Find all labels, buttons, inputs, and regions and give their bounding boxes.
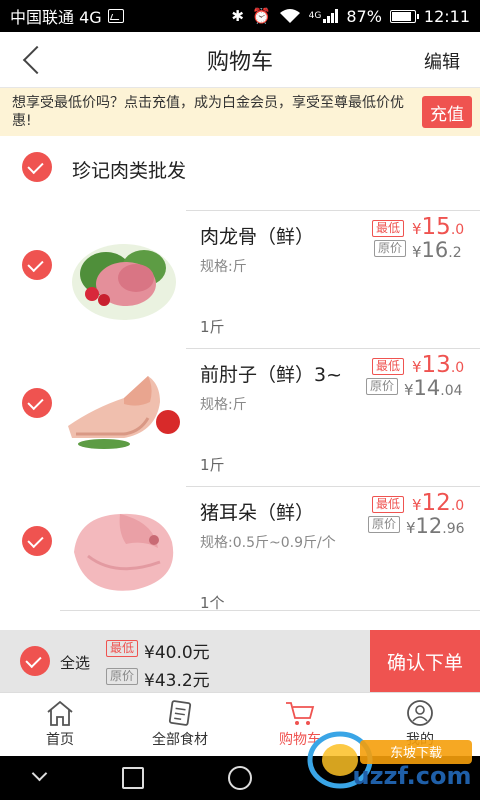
item-name: 猪耳朵（鲜） [200, 502, 315, 524]
item-name: 前肘子（鲜）3~ [200, 364, 343, 386]
cart-item: 前肘子（鲜）3~ 规格:斤 1斤 最低 ¥13.0 原价 ¥14.04 [0, 348, 480, 486]
original-price: ¥14.04 [404, 376, 463, 400]
item-checkbox[interactable] [22, 250, 52, 280]
original-price-tag: 原价 [368, 516, 401, 533]
lowest-price: ¥13.0 [412, 352, 465, 378]
image-notification-icon [107, 9, 124, 23]
status-bar: 中国联通 4G ✱ ⏰ 4G 87% 12:11 [0, 0, 480, 32]
select-all-checkbox[interactable] [20, 646, 50, 676]
confirm-order-button[interactable]: 确认下单 [370, 630, 480, 692]
battery-percent: 87% [346, 6, 382, 26]
shop-name: 珍记肉类批发 [72, 160, 187, 182]
product-image-ribs [72, 244, 176, 320]
nav-home-icon[interactable] [228, 766, 252, 790]
promo-banner: 想享受最低价吗？点击充值，成为白金会员，享受至尊最低价优惠! 充值 [0, 88, 480, 136]
shop-checkbox[interactable] [22, 152, 52, 182]
item-name: 肉龙骨（鲜） [200, 226, 315, 248]
page-title: 购物车 [206, 49, 273, 75]
total-lowest-tag: 最低 [106, 640, 139, 657]
tab-all-ingredients-label: 全部食材 [152, 732, 208, 748]
cart-item: 肉龙骨（鲜） 规格:斤 1斤 最低 ¥15.0 原价 ¥16.2 [0, 210, 480, 348]
tab-home-label: 首页 [46, 732, 74, 748]
product-image-pork-shank [68, 376, 180, 449]
title-bar: 购物车 编辑 [0, 32, 480, 88]
original-price-tag: 原价 [374, 240, 407, 257]
watermark-logo: 东坡下载 uzzf.com [307, 731, 472, 790]
item-spec: 规格:斤 [200, 259, 247, 275]
select-all-label[interactable]: 全选 [60, 652, 90, 673]
cart-list[interactable]: 珍记肉类批发 肉龙骨（鲜） 规格:斤 1斤 最低 ¥15.0 原价 ¥16.2 [0, 136, 480, 630]
cart-item: 猪耳朵（鲜） 规格:0.5斤~0.9斤/个 1个 最低 ¥12.0 原价 ¥12… [0, 486, 480, 624]
lowest-price-tag: 最低 [372, 220, 405, 237]
total-original-price: ¥43.2元 [144, 671, 210, 691]
item-spec: 规格:斤 [200, 397, 247, 413]
tab-all-ingredients[interactable]: 全部食材 [120, 693, 240, 756]
product-image-pig-ear [74, 513, 174, 591]
item-checkbox[interactable] [22, 526, 52, 556]
item-spec: 规格:0.5斤~0.9斤/个 [200, 535, 336, 551]
shop-header: 珍记肉类批发 [0, 136, 480, 204]
clock: 12:11 [423, 6, 470, 26]
promo-text: 想享受最低价吗？点击充值，成为白金会员，享受至尊最低价优惠! [12, 95, 404, 129]
lowest-price: ¥15.0 [412, 214, 465, 240]
carrier-label: 中国联通 4G [10, 8, 102, 27]
original-price: ¥12.96 [406, 514, 465, 538]
lowest-price-tag: 最低 [372, 496, 405, 513]
recharge-button[interactable]: 充值 [422, 96, 472, 128]
edit-button[interactable]: 编辑 [424, 48, 460, 74]
total-original-tag: 原价 [106, 668, 139, 685]
lowest-price-tag: 最低 [372, 358, 405, 375]
nav-recent-apps-icon[interactable] [122, 767, 144, 789]
next-item-divider [60, 610, 480, 611]
checkout-bar: 全选 最低 ¥40.0元 原价 ¥43.2元 确认下单 [0, 630, 480, 692]
original-price: ¥16.2 [412, 238, 462, 262]
lowest-price: ¥12.0 [412, 490, 465, 516]
watermark-subtext: 东坡下载 [390, 746, 442, 761]
total-lowest-price: ¥40.0元 [144, 643, 210, 663]
item-checkbox[interactable] [22, 388, 52, 418]
signal-icon [323, 9, 339, 23]
watermark-text: uzzf.com [353, 762, 472, 790]
nav-back-icon[interactable] [32, 768, 48, 784]
wifi-icon [279, 9, 300, 23]
home-icon [47, 700, 73, 726]
bluetooth-icon: ✱ [231, 7, 244, 25]
item-quantity: 1斤 [200, 318, 225, 336]
item-quantity: 1斤 [200, 456, 225, 474]
original-price-tag: 原价 [366, 378, 399, 395]
alarm-icon: ⏰ [251, 7, 271, 25]
battery-icon [389, 9, 419, 23]
network-badge: 4G [308, 11, 322, 21]
tab-home[interactable]: 首页 [0, 693, 120, 756]
list-icon [168, 700, 192, 726]
